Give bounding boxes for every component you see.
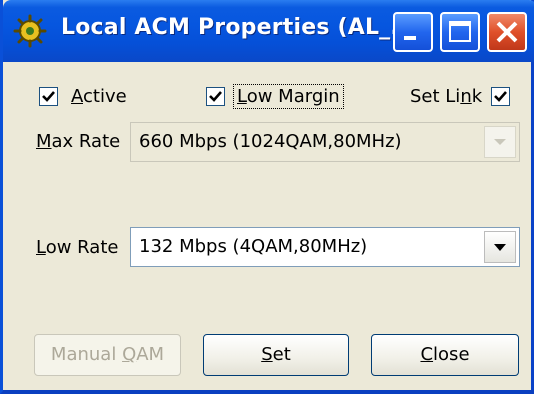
maximize-button[interactable] — [440, 12, 480, 52]
max-rate-value: 660 Mbps (1024QAM,80MHz) — [139, 131, 402, 152]
gear-wrench-icon — [13, 14, 47, 48]
low-rate-dropdown[interactable]: 132 Mbps (4QAM,80MHz) — [130, 227, 520, 267]
close-window-button[interactable] — [487, 12, 527, 52]
low-rate-label: Low Rate — [36, 237, 119, 258]
chevron-down-icon — [494, 244, 506, 251]
low-margin-label: Low Margin — [233, 83, 344, 109]
chevron-down-icon — [494, 139, 506, 145]
close-button[interactable]: Close — [371, 334, 519, 376]
set-link-checkbox-box[interactable] — [491, 86, 511, 106]
manual-qam-button[interactable]: Manual QAM — [34, 334, 181, 376]
low-margin-checkbox-box[interactable] — [206, 86, 225, 106]
set-link-checkbox[interactable]: Set Link — [410, 82, 511, 110]
active-checkbox[interactable]: Active — [39, 82, 127, 110]
minimize-button[interactable] — [393, 12, 433, 52]
acm-properties-window: Local ACM Properties (AL_... Active Low … — [0, 0, 534, 394]
checkmark-icon — [209, 90, 222, 102]
checkmark-icon — [494, 90, 508, 102]
low-margin-checkbox[interactable]: Low Margin — [206, 82, 344, 110]
max-rate-dropdown-button[interactable] — [484, 126, 516, 158]
low-rate-value: 132 Mbps (4QAM,80MHz) — [139, 236, 368, 257]
max-rate-label: Max Rate — [36, 131, 121, 152]
title-bar[interactable]: Local ACM Properties (AL_... — [3, 0, 534, 62]
maximize-icon — [449, 21, 471, 42]
minimize-icon — [404, 36, 416, 40]
active-label: Active — [71, 85, 127, 107]
max-rate-dropdown[interactable]: 660 Mbps (1024QAM,80MHz) — [130, 122, 520, 162]
low-rate-dropdown-button[interactable] — [484, 231, 516, 263]
set-link-label: Set Link — [410, 85, 483, 107]
set-button[interactable]: Set — [203, 334, 349, 376]
window-title: Local ACM Properties (AL_... — [61, 15, 417, 40]
close-icon — [496, 21, 518, 43]
checkmark-icon — [42, 90, 55, 102]
window-bottom-border — [3, 390, 534, 394]
active-checkbox-box[interactable] — [39, 86, 58, 106]
